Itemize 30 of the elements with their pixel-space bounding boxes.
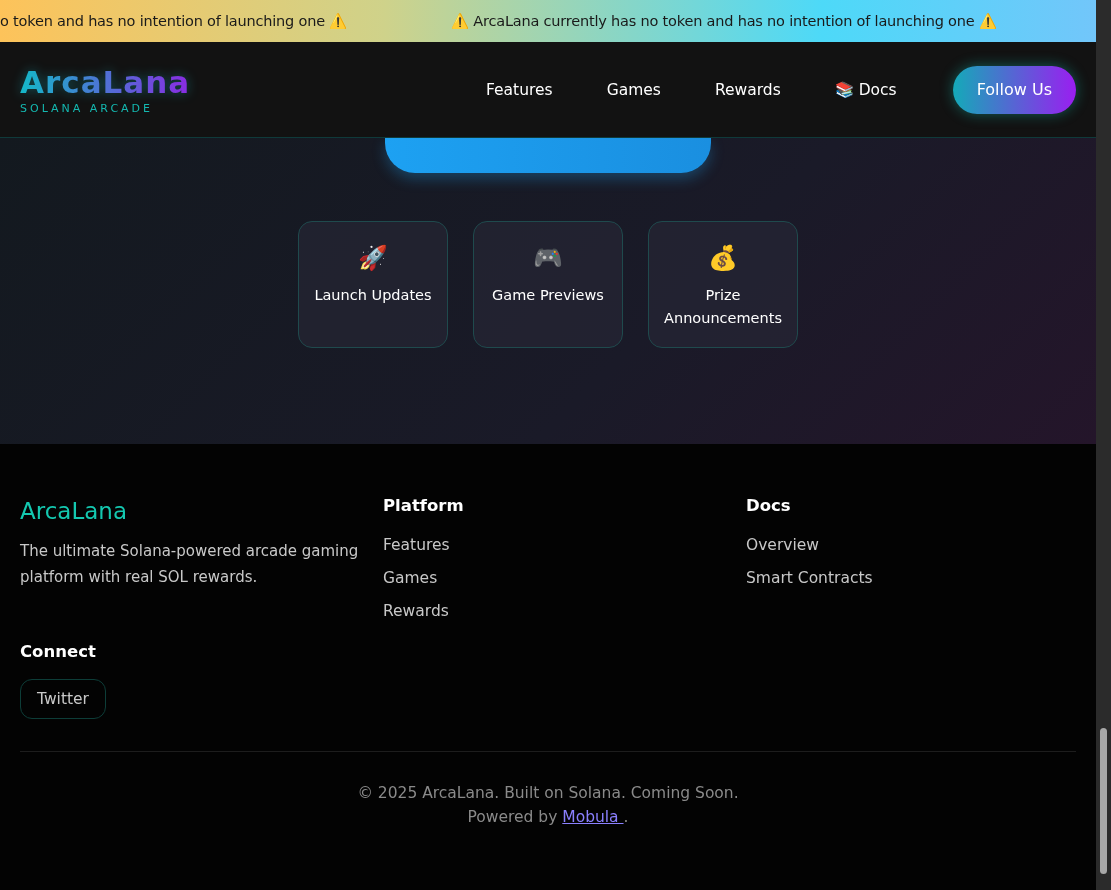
- footer-heading: Platform: [383, 496, 465, 515]
- footer-description: The ultimate Solana-powered arcade gaming platform with real SOL rewards.: [20, 541, 360, 588]
- logo-tagline: SOLANA ARCADE: [20, 102, 155, 115]
- ticker-message: o token and has no intention of launching one ⚠: [0, 12, 348, 30]
- card-label: Game Previews: [491, 286, 605, 305]
- scrollbar[interactable]: [1096, 0, 1111, 890]
- card-label: Prize Announcements: [663, 286, 783, 328]
- footer-link[interactable]: Rewards: [383, 601, 746, 622]
- ticker-message: ⚠ ArcaLana currently has no token and has no intention of launching one ⚠: [451, 12, 997, 30]
- powered-by-text: Powered by Mobula .: [467, 808, 629, 826]
- footer-brand: ArcaLana: [20, 498, 128, 524]
- follow-us-button[interactable]: Follow Us: [952, 65, 1076, 114]
- nav-link[interactable]: Games: [598, 80, 669, 99]
- card-label: Launch Updates: [313, 286, 433, 305]
- footer-heading: Docs: [746, 496, 792, 515]
- nav-link[interactable]: 📚 Docs: [826, 80, 905, 99]
- nav-link[interactable]: Features: [478, 80, 561, 99]
- follow-button[interactable]: [385, 138, 711, 173]
- card-emoji: 💰: [708, 244, 738, 272]
- footer-link[interactable]: Features: [383, 535, 746, 556]
- card-emoji: 🚀: [358, 244, 388, 272]
- mobula-link[interactable]: Mobula: [562, 808, 624, 826]
- card-emoji: 🎮: [533, 244, 563, 272]
- nav-link[interactable]: Rewards: [706, 80, 789, 99]
- social-button[interactable]: Twitter: [20, 679, 106, 719]
- footer-link[interactable]: Games: [383, 568, 746, 589]
- connect-heading: Connect: [20, 642, 97, 661]
- footer-link[interactable]: Smart Contracts: [746, 568, 1076, 589]
- footer-link[interactable]: Overview: [746, 535, 1076, 556]
- copyright-text: © 2025 ArcaLana. Built on Solana. Coming Soon.: [357, 784, 739, 802]
